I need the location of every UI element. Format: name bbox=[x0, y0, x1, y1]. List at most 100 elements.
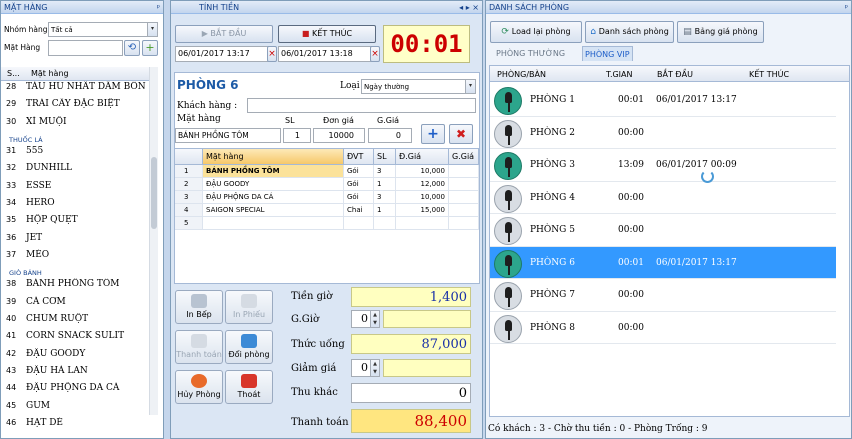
start-time-field[interactable]: 06/01/2017 13:17 bbox=[175, 46, 273, 62]
room-row[interactable]: PHÒNG 3 13:09 06/01/2017 00:09 bbox=[490, 149, 836, 182]
item-list-row[interactable]: 39 CÁ CƠM bbox=[1, 296, 149, 308]
grid-cell-dg[interactable] bbox=[396, 217, 449, 230]
other-fee-input[interactable]: 0 bbox=[351, 383, 471, 403]
discount-total-spinner[interactable]: ▲ ▼ bbox=[370, 359, 380, 377]
checkout-button[interactable]: Thanh toán bbox=[175, 330, 223, 364]
grid-cell-dvt[interactable]: Gói bbox=[344, 165, 374, 178]
grid-cell-dvt[interactable]: Gói bbox=[344, 178, 374, 191]
refresh-button[interactable]: ⟲ bbox=[124, 40, 140, 56]
pin-icon[interactable]: ᵖ bbox=[845, 1, 848, 14]
item-list-row[interactable]: 30 XÍ MUỘI bbox=[1, 116, 149, 128]
pin-icon[interactable]: ᵖ bbox=[157, 1, 160, 14]
item-list-row[interactable]: 45 GUM bbox=[1, 400, 149, 412]
room-row[interactable]: PHÒNG 5 00:00 bbox=[490, 214, 836, 247]
hour-discount-input[interactable]: 0 bbox=[351, 310, 371, 328]
room-row[interactable]: PHÒNG 7 00:00 bbox=[490, 279, 836, 312]
col-start[interactable]: BẮT ĐẦU bbox=[657, 70, 693, 79]
item-list-row[interactable]: 32 DUNHILL bbox=[1, 162, 149, 174]
item-list-row[interactable]: 42 ĐẬU GOODY bbox=[1, 348, 149, 360]
price-input[interactable]: 10000 bbox=[313, 128, 365, 143]
add-item-button[interactable]: + bbox=[142, 40, 158, 56]
change-room-button[interactable]: Đổi phòng bbox=[225, 330, 273, 364]
grid-cell-dg[interactable]: 10,000 bbox=[396, 165, 449, 178]
scroll-thumb[interactable] bbox=[151, 157, 157, 229]
grid-col-header[interactable]: SL bbox=[374, 149, 396, 165]
grid-col-header[interactable]: Đ.Giá bbox=[396, 149, 449, 165]
grid-cell-name[interactable] bbox=[203, 217, 344, 230]
col-room[interactable]: PHÒNG/BÀN bbox=[497, 70, 546, 79]
item-list-row[interactable]: 43 ĐẬU HÀ LAN bbox=[1, 365, 149, 377]
discount-input[interactable]: 0 bbox=[368, 128, 412, 143]
item-list-row[interactable]: 31 555 bbox=[1, 145, 149, 157]
group-select[interactable]: Tất cả ▾ bbox=[48, 22, 158, 37]
grid-cell-dg[interactable]: 15,000 bbox=[396, 204, 449, 217]
cancel-room-button[interactable]: Hủy Phòng bbox=[175, 370, 223, 404]
exit-button[interactable]: Thoát bbox=[225, 370, 273, 404]
type-select[interactable]: Ngày thường ▾ bbox=[361, 79, 476, 94]
item-list-row[interactable]: 35 HỘP QUẸT bbox=[1, 214, 149, 226]
grid-cell-dvt[interactable]: Chai bbox=[344, 204, 374, 217]
grid-cell-gg[interactable] bbox=[449, 165, 479, 178]
discount-total-input[interactable]: 0 bbox=[351, 359, 371, 377]
grid-cell-sl[interactable]: 3 bbox=[374, 165, 396, 178]
hour-discount-spinner[interactable]: ▲ ▼ bbox=[370, 310, 380, 328]
grid-cell-dvt[interactable]: Gói bbox=[344, 191, 374, 204]
delete-order-button[interactable]: ✖ bbox=[449, 124, 473, 144]
grid-cell-sl[interactable]: 3 bbox=[374, 191, 396, 204]
grid-cell-gg[interactable] bbox=[449, 178, 479, 191]
grid-cell-name[interactable]: BÁNH PHỒNG TÔM bbox=[203, 165, 344, 178]
add-order-button[interactable]: + bbox=[421, 124, 445, 144]
qty-input[interactable]: 1 bbox=[283, 128, 311, 143]
room-row[interactable]: PHÒNG 8 00:00 bbox=[490, 312, 836, 344]
room-row[interactable]: PHÒNG 2 00:00 bbox=[490, 117, 836, 149]
grid-cell-gg[interactable] bbox=[449, 204, 479, 217]
clear-end-icon[interactable]: × bbox=[370, 46, 380, 62]
col-s[interactable]: S... bbox=[7, 69, 20, 78]
items-scrollbar[interactable] bbox=[149, 67, 158, 415]
tab-normal-rooms[interactable]: PHÒNG THƯỜNG bbox=[494, 47, 567, 61]
item-list-row[interactable]: 44 ĐẬU PHỘNG DA CÁ bbox=[1, 382, 149, 394]
item-list-row[interactable]: 33 ESSE bbox=[1, 180, 149, 192]
item-list-row[interactable]: 37 MÈO bbox=[1, 249, 149, 261]
item-list-row[interactable]: 29 TRÁI CÂY ĐẶC BIỆT bbox=[1, 98, 149, 110]
room-list-button[interactable]: ⌂ Danh sách phòng bbox=[585, 21, 674, 43]
item-list-row[interactable]: 28 TÀU HŨ NHẤT DẦM BÔN bbox=[1, 81, 149, 93]
item-input[interactable]: BÁNH PHỒNG TÔM bbox=[175, 128, 281, 143]
item-list-row[interactable]: 41 CORN SNACK SULIT bbox=[1, 330, 149, 342]
grid-cell-gg[interactable] bbox=[449, 191, 479, 204]
grid-row-index[interactable]: 1 bbox=[175, 165, 203, 178]
end-button[interactable]: ■ KẾT THÚC bbox=[278, 25, 376, 43]
price-list-button[interactable]: ▤ Bảng giá phòng bbox=[677, 21, 764, 43]
clear-start-icon[interactable]: × bbox=[267, 46, 277, 62]
grid-col-header[interactable]: Mặt hàng bbox=[203, 149, 344, 165]
grid-cell-name[interactable]: ĐẬU GOODY bbox=[203, 178, 344, 191]
start-button[interactable]: ▶ BẮT ĐẦU bbox=[175, 25, 273, 43]
grid-cell-gg[interactable] bbox=[449, 217, 479, 230]
grid-cell-dvt[interactable] bbox=[344, 217, 374, 230]
grid-row-index[interactable]: 2 bbox=[175, 178, 203, 191]
room-row[interactable]: PHÒNG 1 00:01 06/01/2017 13:17 bbox=[490, 84, 836, 117]
grid-cell-name[interactable]: ĐẬU PHỘNG DA CÁ bbox=[203, 191, 344, 204]
print-kitchen-button[interactable]: In Bếp bbox=[175, 290, 223, 324]
grid-cell-sl[interactable]: 1 bbox=[374, 178, 396, 191]
print-receipt-button[interactable]: In Phiếu bbox=[225, 290, 273, 324]
grid-cell-dg[interactable]: 12,000 bbox=[396, 178, 449, 191]
end-time-field[interactable]: 06/01/2017 13:18 bbox=[278, 46, 376, 62]
col-item-name[interactable]: Mặt hàng bbox=[31, 69, 69, 78]
grid-cell-sl[interactable]: 1 bbox=[374, 204, 396, 217]
customer-input[interactable] bbox=[247, 98, 476, 113]
item-list-row[interactable]: 34 HERO bbox=[1, 197, 149, 209]
room-row[interactable]: PHÒNG 6 00:01 06/01/2017 13:17 bbox=[490, 246, 836, 279]
grid-cell-dg[interactable]: 10,000 bbox=[396, 191, 449, 204]
item-search-input[interactable] bbox=[48, 40, 123, 56]
item-list-row[interactable]: 36 JET bbox=[1, 232, 149, 244]
grid-row-index[interactable]: 3 bbox=[175, 191, 203, 204]
item-list-row[interactable]: 46 HẠT DẺ bbox=[1, 417, 149, 429]
grid-cell-name[interactable]: SAIGON SPECIAL bbox=[203, 204, 344, 217]
item-list-row[interactable]: 40 CHÙM RUỘT bbox=[1, 313, 149, 325]
grid-col-header[interactable]: ĐVT bbox=[344, 149, 374, 165]
chevron-down-icon[interactable]: ▾ bbox=[147, 23, 157, 36]
panel-controls[interactable]: ◂ ▸ × bbox=[459, 1, 479, 14]
chevron-down-icon[interactable]: ▾ bbox=[465, 80, 475, 93]
item-list-row[interactable]: 38 BÁNH PHỒNG TÔM bbox=[1, 278, 149, 290]
